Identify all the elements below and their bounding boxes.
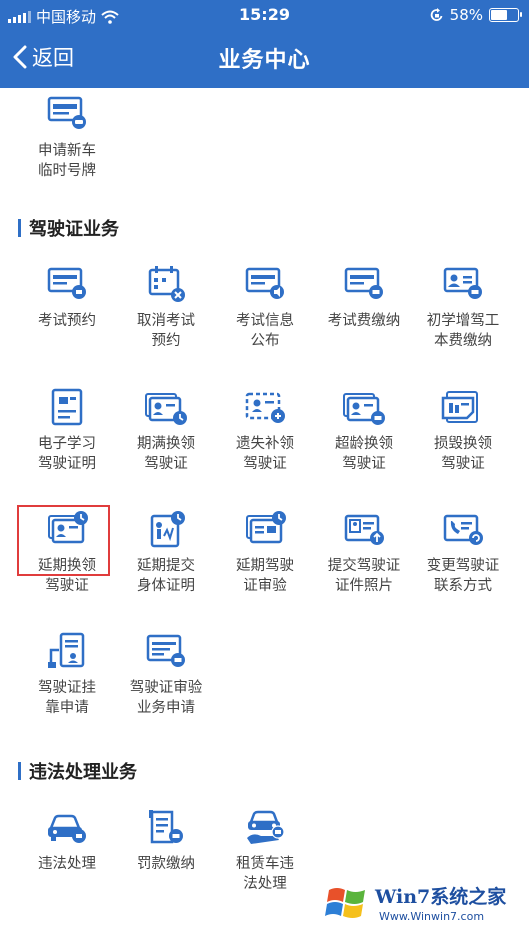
learner-fee-icon bbox=[443, 267, 482, 299]
battery-icon bbox=[489, 8, 522, 22]
violation-handling-icon bbox=[48, 814, 86, 843]
service-affiliation[interactable]: 驾驶证挂 靠申请 bbox=[19, 632, 115, 718]
service-deferred-review[interactable]: 延期驾驶 证审验 bbox=[217, 510, 313, 596]
service-label: 遗失补领 驾驶证 bbox=[236, 436, 294, 472]
page-title: 业务中心 bbox=[218, 48, 311, 73]
service-violation-handling[interactable]: 违法处理 bbox=[19, 808, 115, 874]
header: 中国移动 15:29 58% 返回 业务中心 bbox=[0, 0, 529, 88]
section-title-violation: 违法处理业务 bbox=[18, 758, 137, 784]
service-label: 罚款缴纳 bbox=[137, 856, 195, 872]
service-label: 电子学习 驾驶证明 bbox=[38, 436, 96, 472]
service-deferred-health[interactable]: 延期提交 身体证明 bbox=[118, 510, 214, 596]
lost-replacement-icon bbox=[245, 392, 285, 423]
service-label: 超龄换领 驾驶证 bbox=[335, 436, 393, 472]
battery-percent: 58% bbox=[449, 6, 483, 24]
exam-fee-icon bbox=[344, 267, 383, 299]
affiliation-icon bbox=[48, 632, 85, 668]
service-label: 提交驾驶证 证件照片 bbox=[327, 558, 401, 594]
deferred-health-icon bbox=[150, 511, 185, 548]
service-label: 初学增驾工 本费缴纳 bbox=[426, 313, 500, 349]
service-change-contact[interactable]: 变更驾驶证 联系方式 bbox=[415, 510, 511, 596]
service-label: 考试费缴纳 bbox=[327, 313, 401, 329]
service-learner-fee[interactable]: 初学增驾工 本费缴纳 bbox=[415, 265, 511, 351]
temporary-plate-icon bbox=[47, 96, 86, 129]
service-label: 驾驶证挂 靠申请 bbox=[38, 680, 96, 716]
cancel-exam-icon bbox=[148, 266, 185, 302]
back-label: 返回 bbox=[32, 46, 74, 70]
service-cancel-exam[interactable]: 取消考试 预约 bbox=[118, 265, 214, 351]
watermark-brand: Win7系统之家 bbox=[375, 886, 507, 908]
damaged-renewal-icon bbox=[441, 391, 478, 423]
deferred-review-icon bbox=[246, 511, 286, 544]
service-label: 违法处理 bbox=[38, 856, 96, 872]
exam-info-icon bbox=[245, 267, 284, 299]
service-damaged-renewal[interactable]: 损毁换领 驾驶证 bbox=[415, 388, 511, 474]
service-exam-appointment[interactable]: 考试预约 bbox=[19, 265, 115, 331]
service-label: 变更驾驶证 联系方式 bbox=[426, 558, 500, 594]
service-label: 延期提交 身体证明 bbox=[137, 558, 195, 594]
exam-appointment-icon bbox=[47, 267, 86, 299]
service-expiry-renewal[interactable]: 期满换领 驾驶证 bbox=[118, 388, 214, 474]
section-title-text: 驾驶证业务 bbox=[29, 219, 119, 240]
service-deferred-renewal[interactable]: 延期换领 驾驶证 bbox=[19, 510, 115, 596]
review-application-icon bbox=[146, 634, 185, 667]
service-overage-renewal[interactable]: 超龄换领 驾驶证 bbox=[316, 388, 412, 474]
service-exam-info[interactable]: 考试信息 公布 bbox=[217, 265, 313, 351]
service-rental-violation[interactable]: 租赁车违 法处理 bbox=[217, 808, 313, 894]
service-label: 考试信息 公布 bbox=[236, 313, 294, 349]
service-review-application[interactable]: 驾驶证审验 业务申请 bbox=[118, 632, 214, 718]
service-lost-replacement[interactable]: 遗失补领 驾驶证 bbox=[217, 388, 313, 474]
submit-photo-icon bbox=[344, 514, 384, 545]
service-label: 期满换领 驾驶证 bbox=[137, 436, 195, 472]
fine-payment-icon bbox=[149, 810, 183, 844]
windows-logo-icon bbox=[325, 888, 365, 918]
section-title-license: 驾驶证业务 bbox=[18, 215, 119, 241]
back-button[interactable]: 返回 bbox=[12, 40, 74, 74]
service-submit-photo[interactable]: 提交驾驶证 证件照片 bbox=[316, 510, 412, 596]
watermark-url: Www.Winwin7.com bbox=[379, 910, 485, 923]
service-exam-fee[interactable]: 考试费缴纳 bbox=[316, 265, 412, 331]
service-label: 租赁车违 法处理 bbox=[236, 856, 294, 892]
watermark: Win7系统之家 Www.Winwin7.com bbox=[323, 880, 523, 930]
status-bar: 中国移动 15:29 58% bbox=[0, 0, 529, 30]
status-right: 58% bbox=[430, 6, 522, 24]
expiry-renewal-icon bbox=[145, 393, 187, 425]
overage-renewal-icon bbox=[343, 393, 385, 425]
service-label: 延期驾驶 证审验 bbox=[236, 558, 294, 594]
service-label: 驾驶证审验 业务申请 bbox=[129, 680, 203, 716]
chevron-left-icon bbox=[13, 45, 27, 69]
change-contact-icon bbox=[443, 514, 483, 545]
service-label: 延期换领 驾驶证 bbox=[38, 558, 96, 594]
rotation-lock-icon bbox=[430, 8, 443, 21]
section-accent-bar bbox=[18, 762, 21, 780]
deferred-renewal-icon bbox=[48, 511, 88, 544]
section-title-text: 违法处理业务 bbox=[29, 762, 137, 783]
service-label: 申请新车 临时号牌 bbox=[38, 143, 96, 179]
navigation-bar: 返回 业务中心 bbox=[0, 30, 529, 88]
rental-violation-icon bbox=[247, 810, 285, 844]
service-label: 取消考试 预约 bbox=[137, 313, 195, 349]
service-label: 损毁换领 驾驶证 bbox=[434, 436, 492, 472]
service-temporary-plate[interactable]: 申请新车 临时号牌 bbox=[19, 95, 115, 181]
service-e-learning-permit[interactable]: 电子学习 驾驶证明 bbox=[19, 388, 115, 474]
section-accent-bar bbox=[18, 219, 21, 237]
service-fine-payment[interactable]: 罚款缴纳 bbox=[118, 808, 214, 874]
e-learning-permit-icon bbox=[51, 388, 83, 426]
service-label: 考试预约 bbox=[38, 313, 96, 329]
